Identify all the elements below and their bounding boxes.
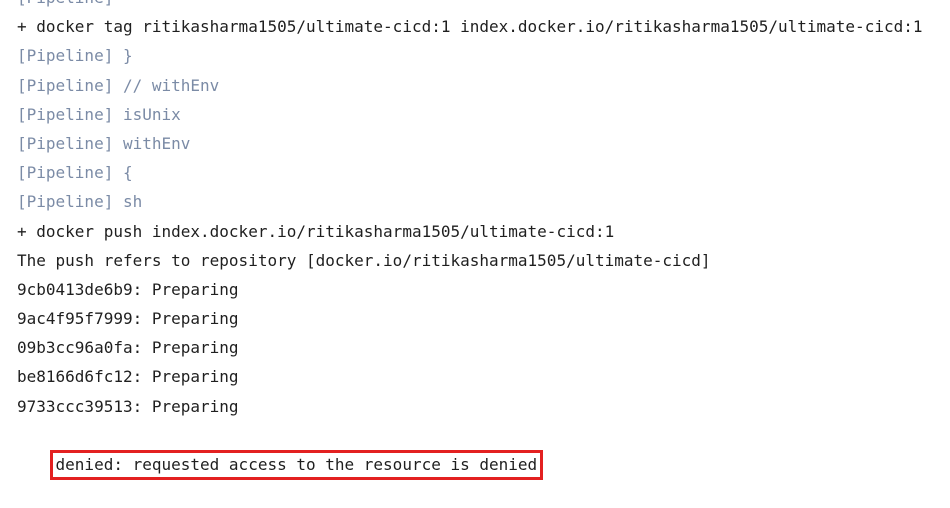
console-line-push-repository: The push refers to repository [docker.io… bbox=[17, 250, 711, 270]
console-line-docker-tag: + docker tag ritikasharma1505/ultimate-c… bbox=[17, 17, 923, 37]
console-line-docker-push: + docker push index.docker.io/ritikashar… bbox=[17, 221, 615, 241]
console-line-pipeline-partial: [Pipeline] bbox=[17, 0, 947, 12]
console-line-layer-preparing: 9cb0413de6b9: Preparing bbox=[17, 279, 239, 299]
console-line-pipeline-withenv-comment: [Pipeline] // withEnv bbox=[17, 75, 220, 95]
console-line-layer-preparing: 09b3cc96a0fa: Preparing bbox=[17, 338, 239, 358]
console-line-pipeline-withenv: [Pipeline] withEnv bbox=[17, 133, 191, 153]
console-line-pipeline-isunix: [Pipeline] isUnix bbox=[17, 104, 181, 124]
error-message-highlighted: denied: requested access to the resource… bbox=[49, 450, 544, 481]
console-line-layer-preparing: 9733ccc39513: Preparing bbox=[17, 396, 239, 416]
console-output: [Pipeline] + docker tag ritikasharma1505… bbox=[17, 0, 947, 481]
console-line-denied-row: denied: requested access to the resource… bbox=[17, 421, 947, 481]
console-line-pipeline-open-brace: [Pipeline] { bbox=[17, 163, 133, 183]
console-line-pipeline-sh: [Pipeline] sh bbox=[17, 192, 143, 212]
console-line-pipeline-close-brace: [Pipeline] } bbox=[17, 46, 133, 66]
console-line-layer-preparing: be8166d6fc12: Preparing bbox=[17, 367, 239, 387]
console-line-layer-preparing: 9ac4f95f7999: Preparing bbox=[17, 309, 239, 329]
